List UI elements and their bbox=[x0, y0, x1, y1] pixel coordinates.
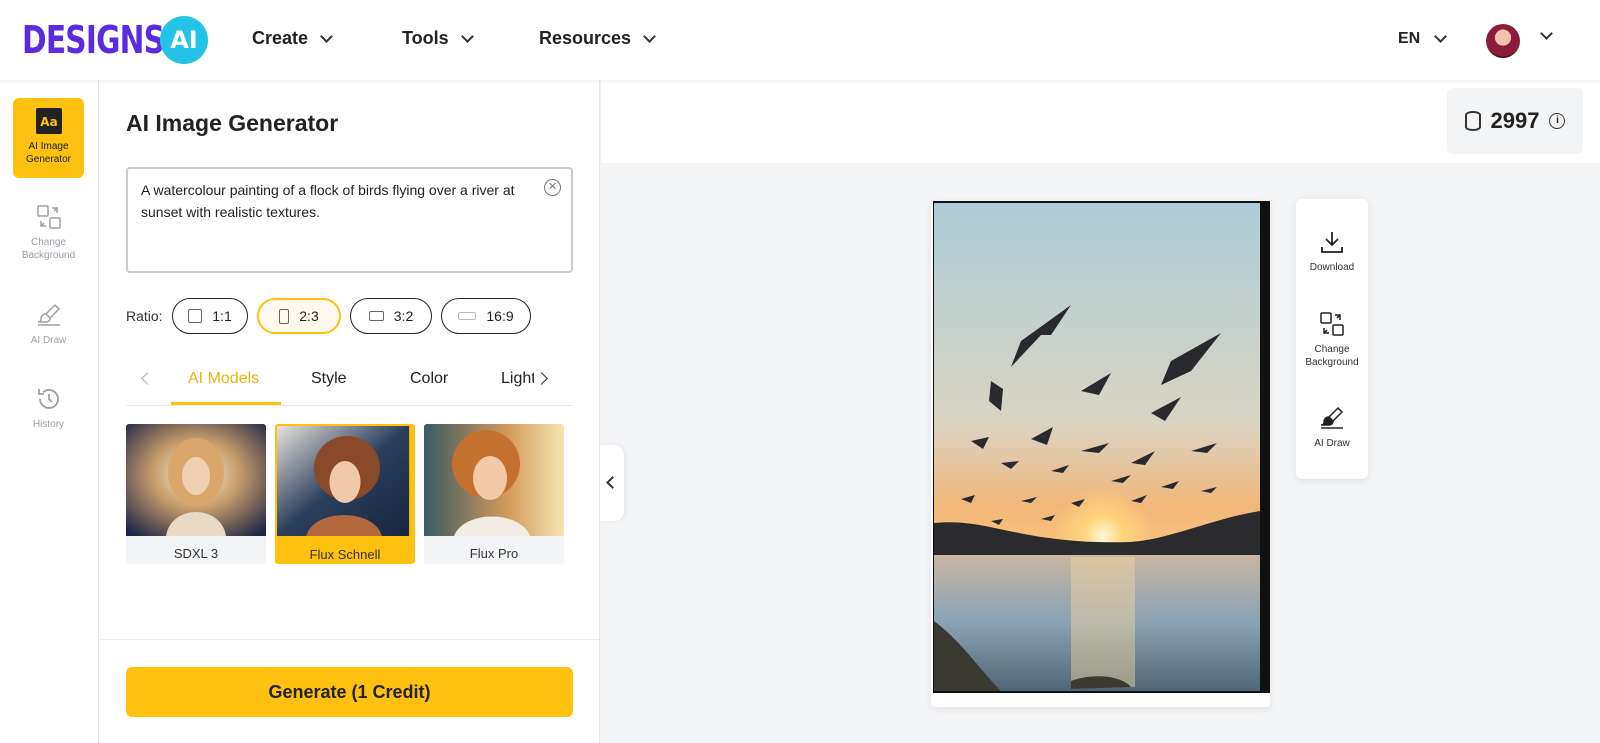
model-card-flux-pro[interactable]: Flux Pro bbox=[424, 424, 564, 564]
nav-tools[interactable]: Tools bbox=[402, 28, 474, 49]
text-aa-icon: Aa bbox=[35, 108, 62, 134]
tab-scroll-left-icon[interactable] bbox=[141, 372, 154, 385]
widescreen-icon bbox=[458, 312, 477, 320]
prompt-textarea[interactable]: A watercolour painting of a flock of bir… bbox=[126, 167, 573, 273]
ratio-3-2-button[interactable]: 3:2 bbox=[350, 298, 432, 334]
tool-label: Download bbox=[1309, 262, 1355, 273]
generator-panel: AI Image Generator A watercolour paintin… bbox=[99, 80, 600, 743]
chevron-down-icon bbox=[643, 29, 656, 43]
square-icon bbox=[188, 309, 203, 323]
ratio-label-text: 2:3 bbox=[299, 308, 319, 324]
tab-lighting-clip: Lighting bbox=[501, 360, 534, 405]
ai-draw-button[interactable]: AI Draw bbox=[1296, 405, 1368, 450]
model-thumbnail bbox=[126, 424, 266, 536]
tool-rail: Aa AI Image Generator Change Background … bbox=[0, 80, 99, 743]
nav-create-label: Create bbox=[252, 28, 309, 48]
ratio-label: Ratio: bbox=[126, 308, 163, 324]
tool-label: AI Draw bbox=[1314, 438, 1350, 449]
generate-button[interactable]: Generate (1 Credit) bbox=[126, 667, 573, 717]
tab-color[interactable]: Color bbox=[410, 370, 448, 388]
page-title: AI Image Generator bbox=[126, 110, 339, 136]
chevron-down-icon bbox=[1434, 30, 1448, 43]
active-tab-indicator bbox=[171, 402, 281, 405]
credits-badge: 2997 i bbox=[1447, 88, 1583, 154]
brush-icon bbox=[36, 302, 62, 328]
generated-image-artwork bbox=[933, 201, 1270, 693]
landscape-icon bbox=[368, 311, 384, 321]
chevron-down-icon bbox=[460, 29, 474, 43]
ratio-label-text: 3:2 bbox=[393, 308, 414, 324]
ratio-2-3-button[interactable]: 2:3 bbox=[257, 298, 341, 334]
chevron-down-icon bbox=[320, 29, 333, 43]
nav-resources-label: Resources bbox=[539, 28, 632, 48]
tool-label: Change Background bbox=[1305, 344, 1359, 368]
svg-text:Aa: Aa bbox=[40, 115, 57, 129]
language-label: EN bbox=[1398, 30, 1421, 47]
option-tabs: AI Models Style Color Lighting bbox=[126, 360, 573, 406]
tab-style[interactable]: Style bbox=[311, 370, 347, 388]
nav-resources[interactable]: Resources bbox=[539, 28, 656, 49]
ratio-label-text: 1:1 bbox=[212, 308, 232, 324]
top-header: DESIGNS. AI Create Tools Resources EN bbox=[0, 0, 1600, 80]
tab-lighting[interactable]: Lighting bbox=[501, 370, 534, 388]
history-icon bbox=[36, 386, 62, 412]
portrait-icon bbox=[279, 308, 290, 324]
tab-scroll-right-icon[interactable] bbox=[535, 372, 548, 385]
sidebar-item-label: Change Background bbox=[21, 237, 76, 261]
panel-footer: Generate (1 Credit) bbox=[99, 639, 599, 743]
model-card-flux-schnell[interactable]: Flux Schnell bbox=[275, 424, 415, 564]
sidebar-item-label: AI Image Generator bbox=[25, 141, 72, 165]
sidebar-item-label: AI Draw bbox=[30, 335, 67, 346]
logo-badge: AI bbox=[160, 16, 208, 64]
tab-ai-models[interactable]: AI Models bbox=[188, 370, 259, 388]
chevron-down-icon[interactable] bbox=[1540, 27, 1553, 40]
collapse-panel-button[interactable] bbox=[600, 445, 624, 521]
sidebar-item-label: History bbox=[32, 419, 65, 430]
nav-create[interactable]: Create bbox=[252, 28, 333, 49]
model-label: SDXL 3 bbox=[173, 546, 219, 561]
credits-value: 2997 bbox=[1490, 108, 1540, 133]
sidebar-item-change-background[interactable]: Change Background bbox=[13, 204, 84, 262]
logo[interactable]: DESIGNS. AI bbox=[22, 16, 208, 64]
brush-icon bbox=[1319, 405, 1345, 431]
download-icon bbox=[1319, 229, 1345, 255]
info-icon[interactable]: i bbox=[1549, 113, 1566, 129]
clear-icon[interactable]: ✕ bbox=[544, 179, 561, 196]
logo-text: DESIGNS. bbox=[22, 18, 176, 62]
nav-tools-label: Tools bbox=[402, 28, 449, 48]
coins-icon bbox=[1464, 111, 1481, 131]
ratio-label-text: 16:9 bbox=[486, 308, 514, 324]
model-label: Flux Schnell bbox=[309, 547, 381, 562]
generated-image[interactable] bbox=[931, 201, 1270, 707]
sidebar-item-ai-draw[interactable]: AI Draw bbox=[13, 302, 84, 347]
swap-images-icon bbox=[36, 204, 62, 230]
model-label: Flux Pro bbox=[469, 546, 519, 561]
model-thumbnail bbox=[277, 426, 410, 536]
swap-images-icon bbox=[1319, 311, 1345, 337]
language-selector[interactable]: EN bbox=[1398, 30, 1448, 48]
user-avatar[interactable] bbox=[1486, 24, 1520, 58]
change-background-button[interactable]: Change Background bbox=[1296, 311, 1368, 369]
chevron-left-icon bbox=[606, 476, 619, 489]
model-card-sdxl-3[interactable]: SDXL 3 bbox=[126, 424, 266, 564]
model-thumbnail bbox=[424, 424, 564, 536]
image-tools-panel: Download Change Background AI Draw bbox=[1296, 199, 1368, 479]
ratio-1-1-button[interactable]: 1:1 bbox=[172, 298, 248, 334]
sidebar-item-ai-image-generator[interactable]: Aa AI Image Generator bbox=[13, 98, 84, 178]
prompt-text: A watercolour painting of a flock of bir… bbox=[141, 182, 515, 220]
download-button[interactable]: Download bbox=[1296, 229, 1368, 274]
ratio-16-9-button[interactable]: 16:9 bbox=[441, 298, 531, 334]
sidebar-item-history[interactable]: History bbox=[13, 386, 84, 431]
